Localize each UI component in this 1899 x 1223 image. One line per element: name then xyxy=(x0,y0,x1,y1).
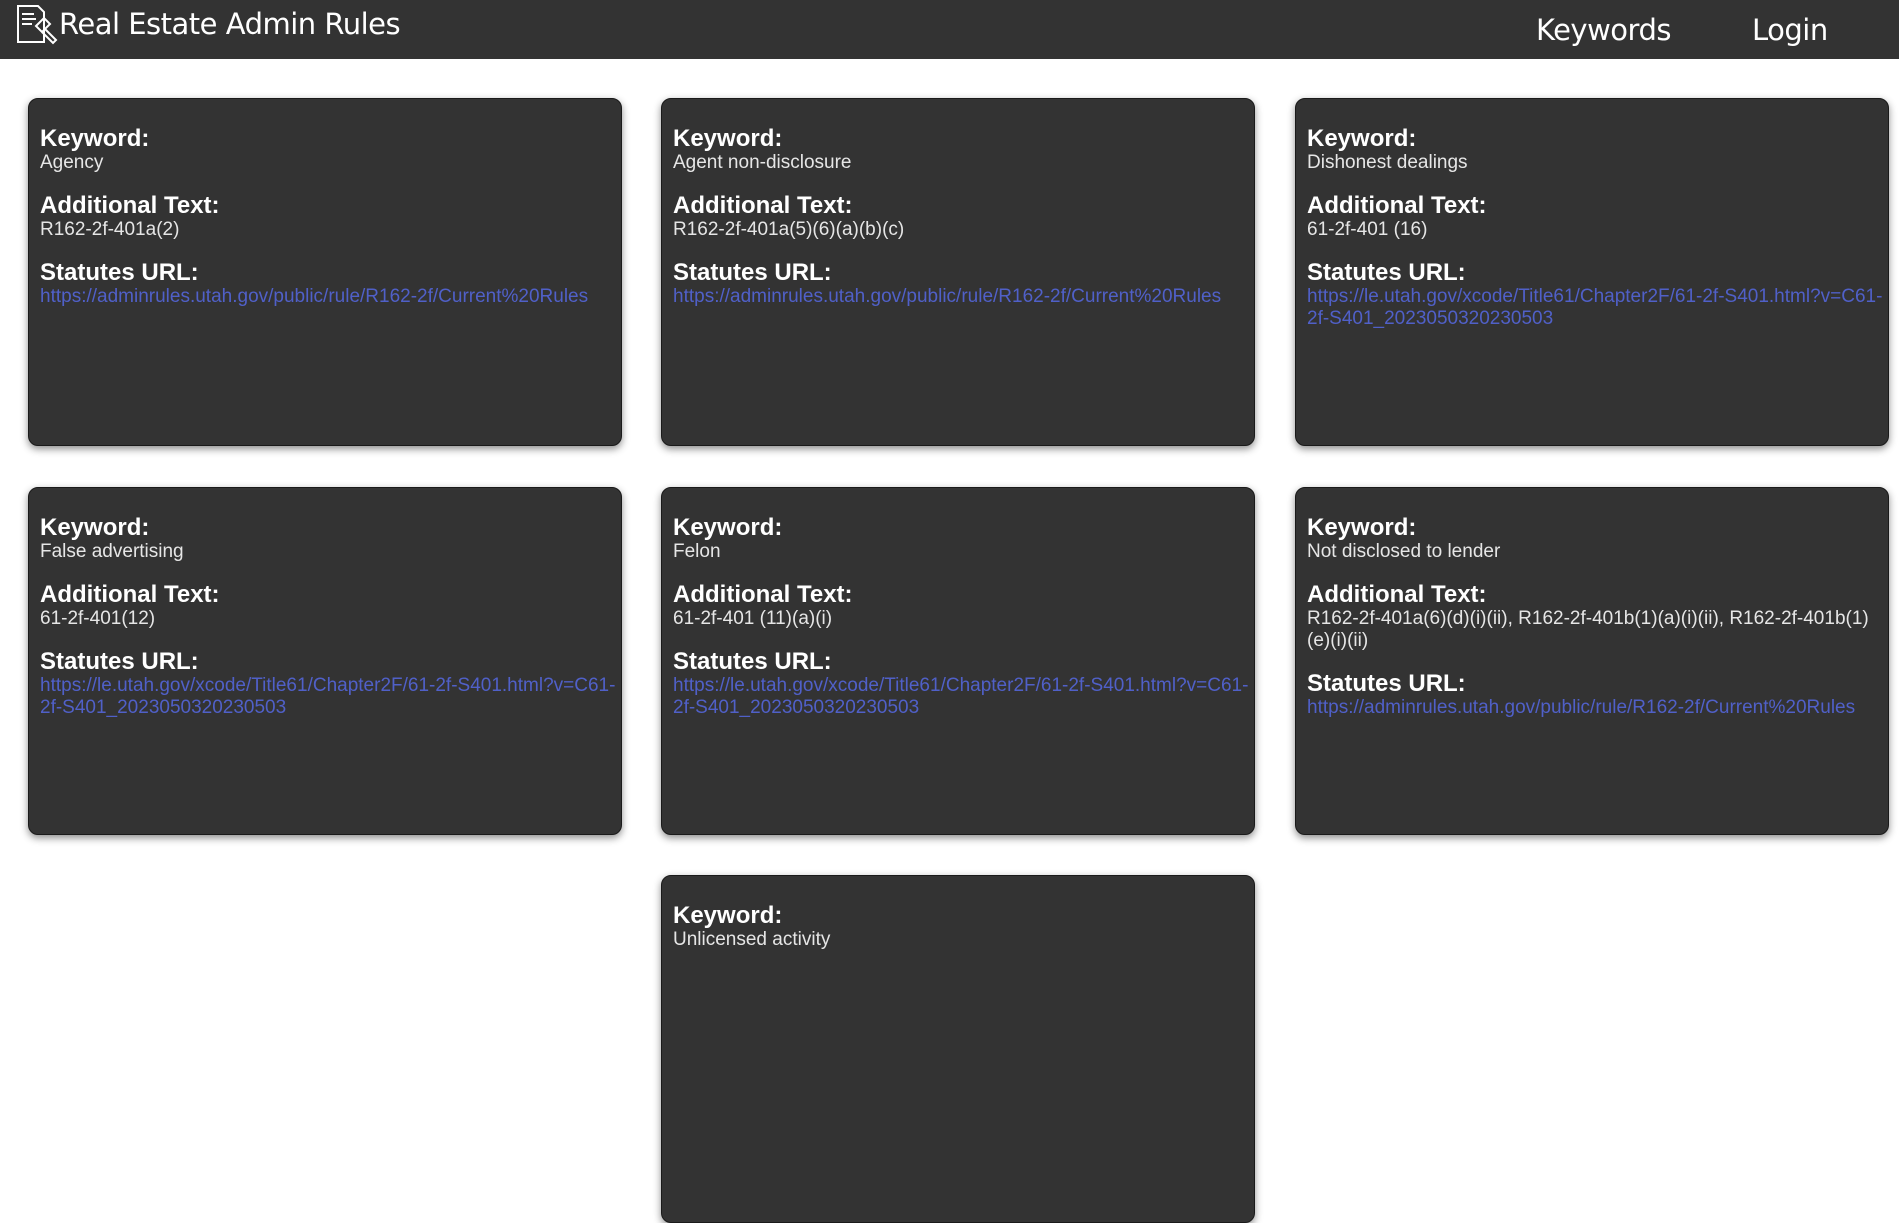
additional-text-label: Additional Text: xyxy=(673,581,853,608)
keyword-value: Felon xyxy=(673,541,721,562)
additional-text-label: Additional Text: xyxy=(673,192,853,219)
keyword-label: Keyword: xyxy=(1307,514,1417,541)
rule-card: Keyword: False advertising Additional Te… xyxy=(28,487,622,835)
keyword-value: Agent non-disclosure xyxy=(673,152,852,173)
brand[interactable] xyxy=(14,4,60,50)
keyword-label: Keyword: xyxy=(673,902,783,929)
statutes-url-label: Statutes URL: xyxy=(1307,670,1466,697)
additional-text-value: R162-2f-401a(2) xyxy=(40,219,180,240)
rule-card: Keyword: Agent non-disclosure Additional… xyxy=(661,98,1255,446)
additional-text-label: Additional Text: xyxy=(40,192,220,219)
additional-text-label: Additional Text: xyxy=(40,581,220,608)
statutes-url-label: Statutes URL: xyxy=(1307,259,1466,286)
additional-text-label: Additional Text: xyxy=(1307,581,1487,608)
statutes-url-label: Statutes URL: xyxy=(40,259,199,286)
statutes-url-link[interactable]: https://adminrules.utah.gov/public/rule/… xyxy=(673,286,1252,308)
keyword-label: Keyword: xyxy=(1307,125,1417,152)
statutes-url-label: Statutes URL: xyxy=(673,648,832,675)
keyword-label: Keyword: xyxy=(40,514,150,541)
keyword-value: Dishonest dealings xyxy=(1307,152,1468,173)
rule-card: Keyword: Unlicensed activity xyxy=(661,875,1255,1223)
additional-text-value: 61-2f-401(12) xyxy=(40,608,156,629)
nav-keywords-link[interactable]: Keywords xyxy=(1536,13,1671,47)
keyword-label: Keyword: xyxy=(40,125,150,152)
keyword-value: Agency xyxy=(40,152,104,173)
nav-login-link[interactable]: Login xyxy=(1752,13,1828,47)
rule-card: Keyword: Felon Additional Text: 61-2f-40… xyxy=(661,487,1255,835)
rule-card: Keyword: Not disclosed to lender Additio… xyxy=(1295,487,1889,835)
rule-card: Keyword: Agency Additional Text: R162-2f… xyxy=(28,98,622,446)
rule-card: Keyword: Dishonest dealings Additional T… xyxy=(1295,98,1889,446)
keyword-value: Not disclosed to lender xyxy=(1307,541,1501,562)
additional-text-value: R162-2f-401a(6)(d)(i)(ii), R162-2f-401b(… xyxy=(1307,608,1869,651)
keyword-value: Unlicensed activity xyxy=(673,929,831,950)
keyword-label: Keyword: xyxy=(673,125,783,152)
statutes-url-link[interactable]: https://le.utah.gov/xcode/Title61/Chapte… xyxy=(1307,286,1886,330)
additional-text-value: 61-2f-401 (11)(a)(i) xyxy=(673,608,833,629)
statutes-url-link[interactable]: https://le.utah.gov/xcode/Title61/Chapte… xyxy=(40,675,619,719)
statutes-url-label: Statutes URL: xyxy=(40,648,199,675)
statutes-url-link[interactable]: https://le.utah.gov/xcode/Title61/Chapte… xyxy=(673,675,1252,719)
app-title[interactable]: Real Estate Admin Rules xyxy=(59,7,401,41)
navbar: Real Estate Admin Rules Keywords Login xyxy=(0,0,1899,59)
additional-text-value: 61-2f-401 (16) xyxy=(1307,219,1428,240)
additional-text-label: Additional Text: xyxy=(1307,192,1487,219)
gavel-document-icon xyxy=(14,2,60,53)
keyword-value: False advertising xyxy=(40,541,184,562)
statutes-url-link[interactable]: https://adminrules.utah.gov/public/rule/… xyxy=(40,286,619,308)
additional-text-value: R162-2f-401a(5)(6)(a)(b)(c) xyxy=(673,219,905,240)
statutes-url-link[interactable]: https://adminrules.utah.gov/public/rule/… xyxy=(1307,697,1886,719)
statutes-url-label: Statutes URL: xyxy=(673,259,832,286)
keyword-label: Keyword: xyxy=(673,514,783,541)
